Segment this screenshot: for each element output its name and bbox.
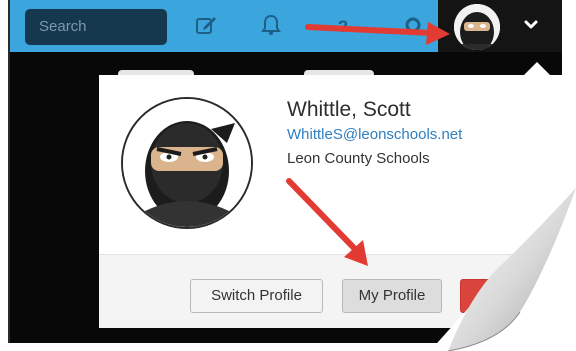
profile-name: Whittle, Scott (287, 98, 411, 121)
switch-profile-button[interactable]: Switch Profile (190, 279, 323, 313)
sign-out-button[interactable]: S (460, 279, 510, 313)
profile-email-link[interactable]: WhittleS@leonschools.net (287, 126, 462, 143)
chevron-down-icon[interactable] (524, 18, 538, 32)
help-icon[interactable]: ? (332, 14, 354, 36)
compose-icon[interactable] (195, 14, 217, 36)
popup-caret (523, 62, 551, 76)
bell-icon[interactable] (260, 14, 282, 36)
profile-avatar (121, 97, 253, 229)
app-frame: Search ? Whittle, Scott WhittleS@leonsch… (8, 0, 562, 343)
settings-icon[interactable] (402, 14, 424, 36)
search-input[interactable]: Search (25, 9, 167, 45)
profile-organization: Leon County Schools (287, 150, 430, 167)
svg-text:?: ? (338, 17, 348, 36)
top-navigation-bar: Search ? (10, 0, 562, 52)
ninja-avatar-icon (123, 99, 251, 227)
profile-popup: Whittle, Scott WhittleS@leonschools.net … (99, 75, 562, 328)
popup-footer: Switch Profile My Profile S (99, 254, 562, 328)
ninja-avatar-icon (454, 4, 500, 50)
my-profile-button[interactable]: My Profile (342, 279, 442, 313)
avatar (454, 4, 500, 50)
user-menu-toggle[interactable] (438, 0, 562, 52)
